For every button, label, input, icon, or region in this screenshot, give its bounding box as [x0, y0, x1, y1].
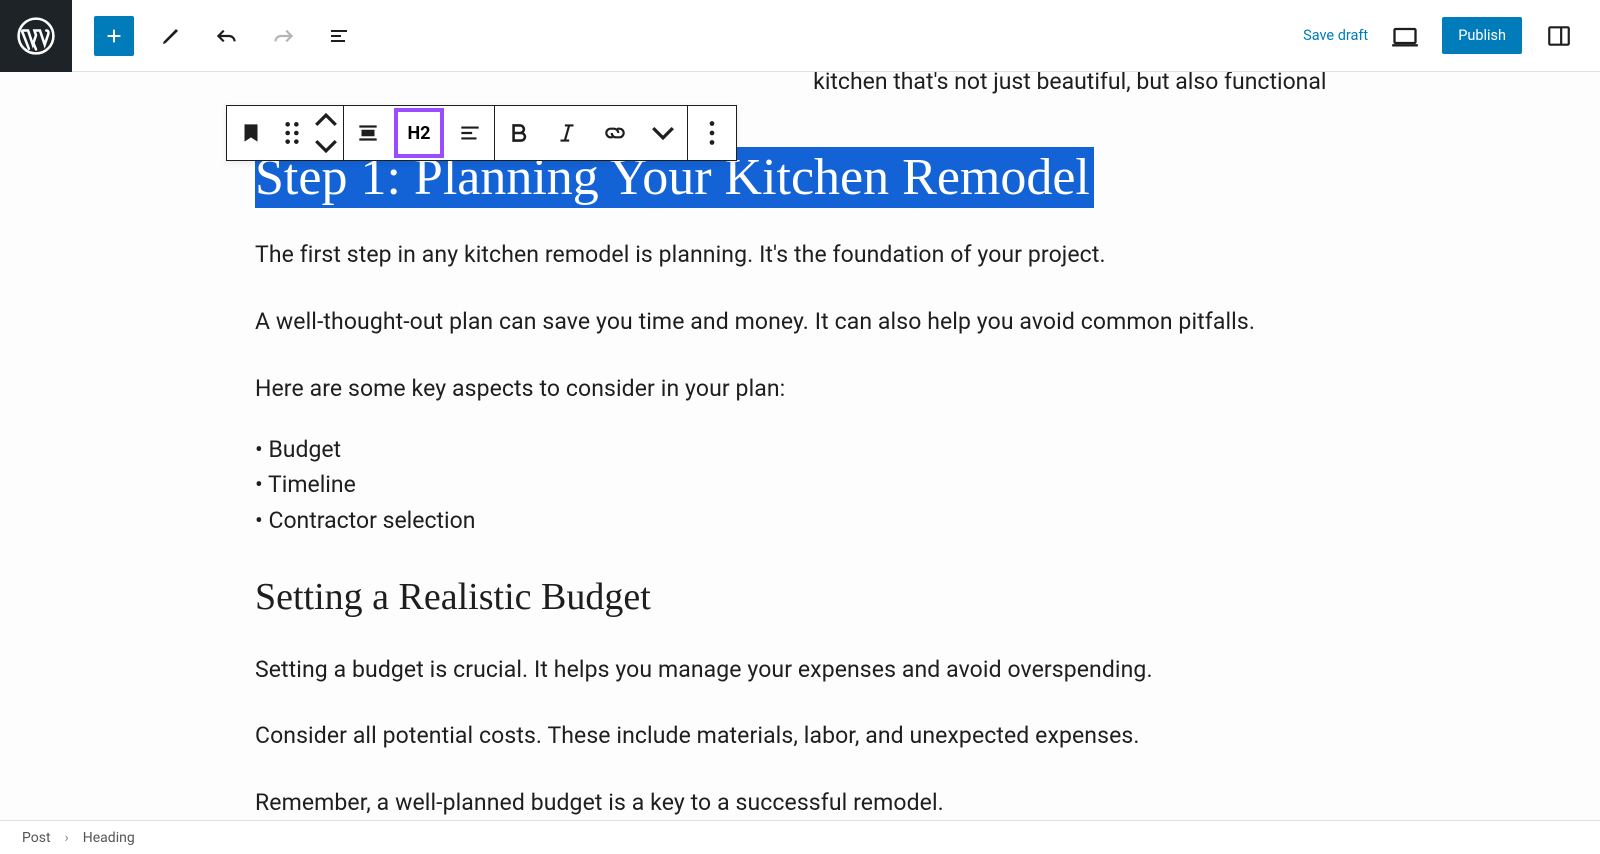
wordpress-logo[interactable]: [0, 0, 72, 72]
align-icon: [355, 120, 381, 146]
block-type-button[interactable]: [227, 106, 275, 160]
edit-mode-button[interactable]: [152, 17, 190, 55]
italic-icon: [554, 120, 580, 146]
plus-icon: [103, 25, 125, 47]
publish-button[interactable]: Publish: [1442, 17, 1522, 54]
add-block-button[interactable]: [94, 16, 134, 56]
list-view-icon: [327, 24, 351, 48]
drag-handle[interactable]: [275, 106, 309, 160]
block-toolbar: H2: [226, 105, 737, 161]
more-rich-text-button[interactable]: [639, 106, 687, 160]
text-align-left-icon: [457, 120, 483, 146]
breadcrumb-root[interactable]: Post: [22, 830, 51, 846]
preview-icon: [1391, 22, 1419, 50]
chevron-up-icon: [313, 107, 339, 133]
breadcrumb-current[interactable]: Heading: [83, 830, 135, 846]
redo-icon: [270, 23, 296, 49]
undo-button[interactable]: [208, 17, 246, 55]
save-draft-button[interactable]: Save draft: [1303, 27, 1368, 44]
list-block[interactable]: Budget Timeline Contractor selection: [255, 432, 1345, 539]
preview-button[interactable]: [1386, 17, 1424, 55]
block-breadcrumb: Post › Heading: [0, 820, 1600, 854]
sidebar-icon: [1546, 23, 1572, 49]
undo-icon: [214, 23, 240, 49]
list-item[interactable]: Timeline: [255, 467, 1345, 503]
editor-canvas[interactable]: So, let's embark on this journey togethe…: [0, 72, 1600, 820]
heading-block[interactable]: Setting a Realistic Budget: [255, 567, 1345, 628]
paragraph-block[interactable]: Here are some key aspects to consider in…: [255, 371, 1345, 408]
pencil-icon: [159, 24, 183, 48]
chevron-down-icon: [313, 133, 339, 159]
paragraph-block[interactable]: Remember, a well-planned budget is a key…: [255, 785, 1345, 820]
editor-topbar: Save draft Publish: [0, 0, 1600, 72]
more-vertical-icon: [699, 120, 725, 146]
italic-button[interactable]: [543, 106, 591, 160]
link-button[interactable]: [591, 106, 639, 160]
list-item[interactable]: Budget: [255, 432, 1345, 468]
bold-icon: [506, 120, 532, 146]
settings-sidebar-toggle[interactable]: [1540, 17, 1578, 55]
heading-level-button[interactable]: H2: [394, 108, 444, 158]
redo-button[interactable]: [264, 17, 302, 55]
text-align-button[interactable]: [446, 106, 494, 160]
paragraph-block[interactable]: The first step in any kitchen remodel is…: [255, 237, 1345, 274]
drag-icon: [279, 120, 305, 146]
bold-button[interactable]: [495, 106, 543, 160]
paragraph-block[interactable]: A well-thought-out plan can save you tim…: [255, 304, 1345, 341]
align-button[interactable]: [344, 106, 392, 160]
chevron-right-icon: ›: [65, 830, 69, 846]
wordpress-icon: [17, 17, 55, 55]
bookmark-icon: [238, 120, 264, 146]
list-item[interactable]: Contractor selection: [255, 503, 1345, 539]
move-block-buttons[interactable]: [309, 106, 343, 160]
link-icon: [602, 120, 628, 146]
paragraph-block[interactable]: Setting a budget is crucial. It helps yo…: [255, 652, 1345, 689]
chevron-down-icon: [650, 120, 676, 146]
document-overview-button[interactable]: [320, 17, 358, 55]
block-options-button[interactable]: [688, 106, 736, 160]
paragraph-block[interactable]: Consider all potential costs. These incl…: [255, 718, 1345, 755]
